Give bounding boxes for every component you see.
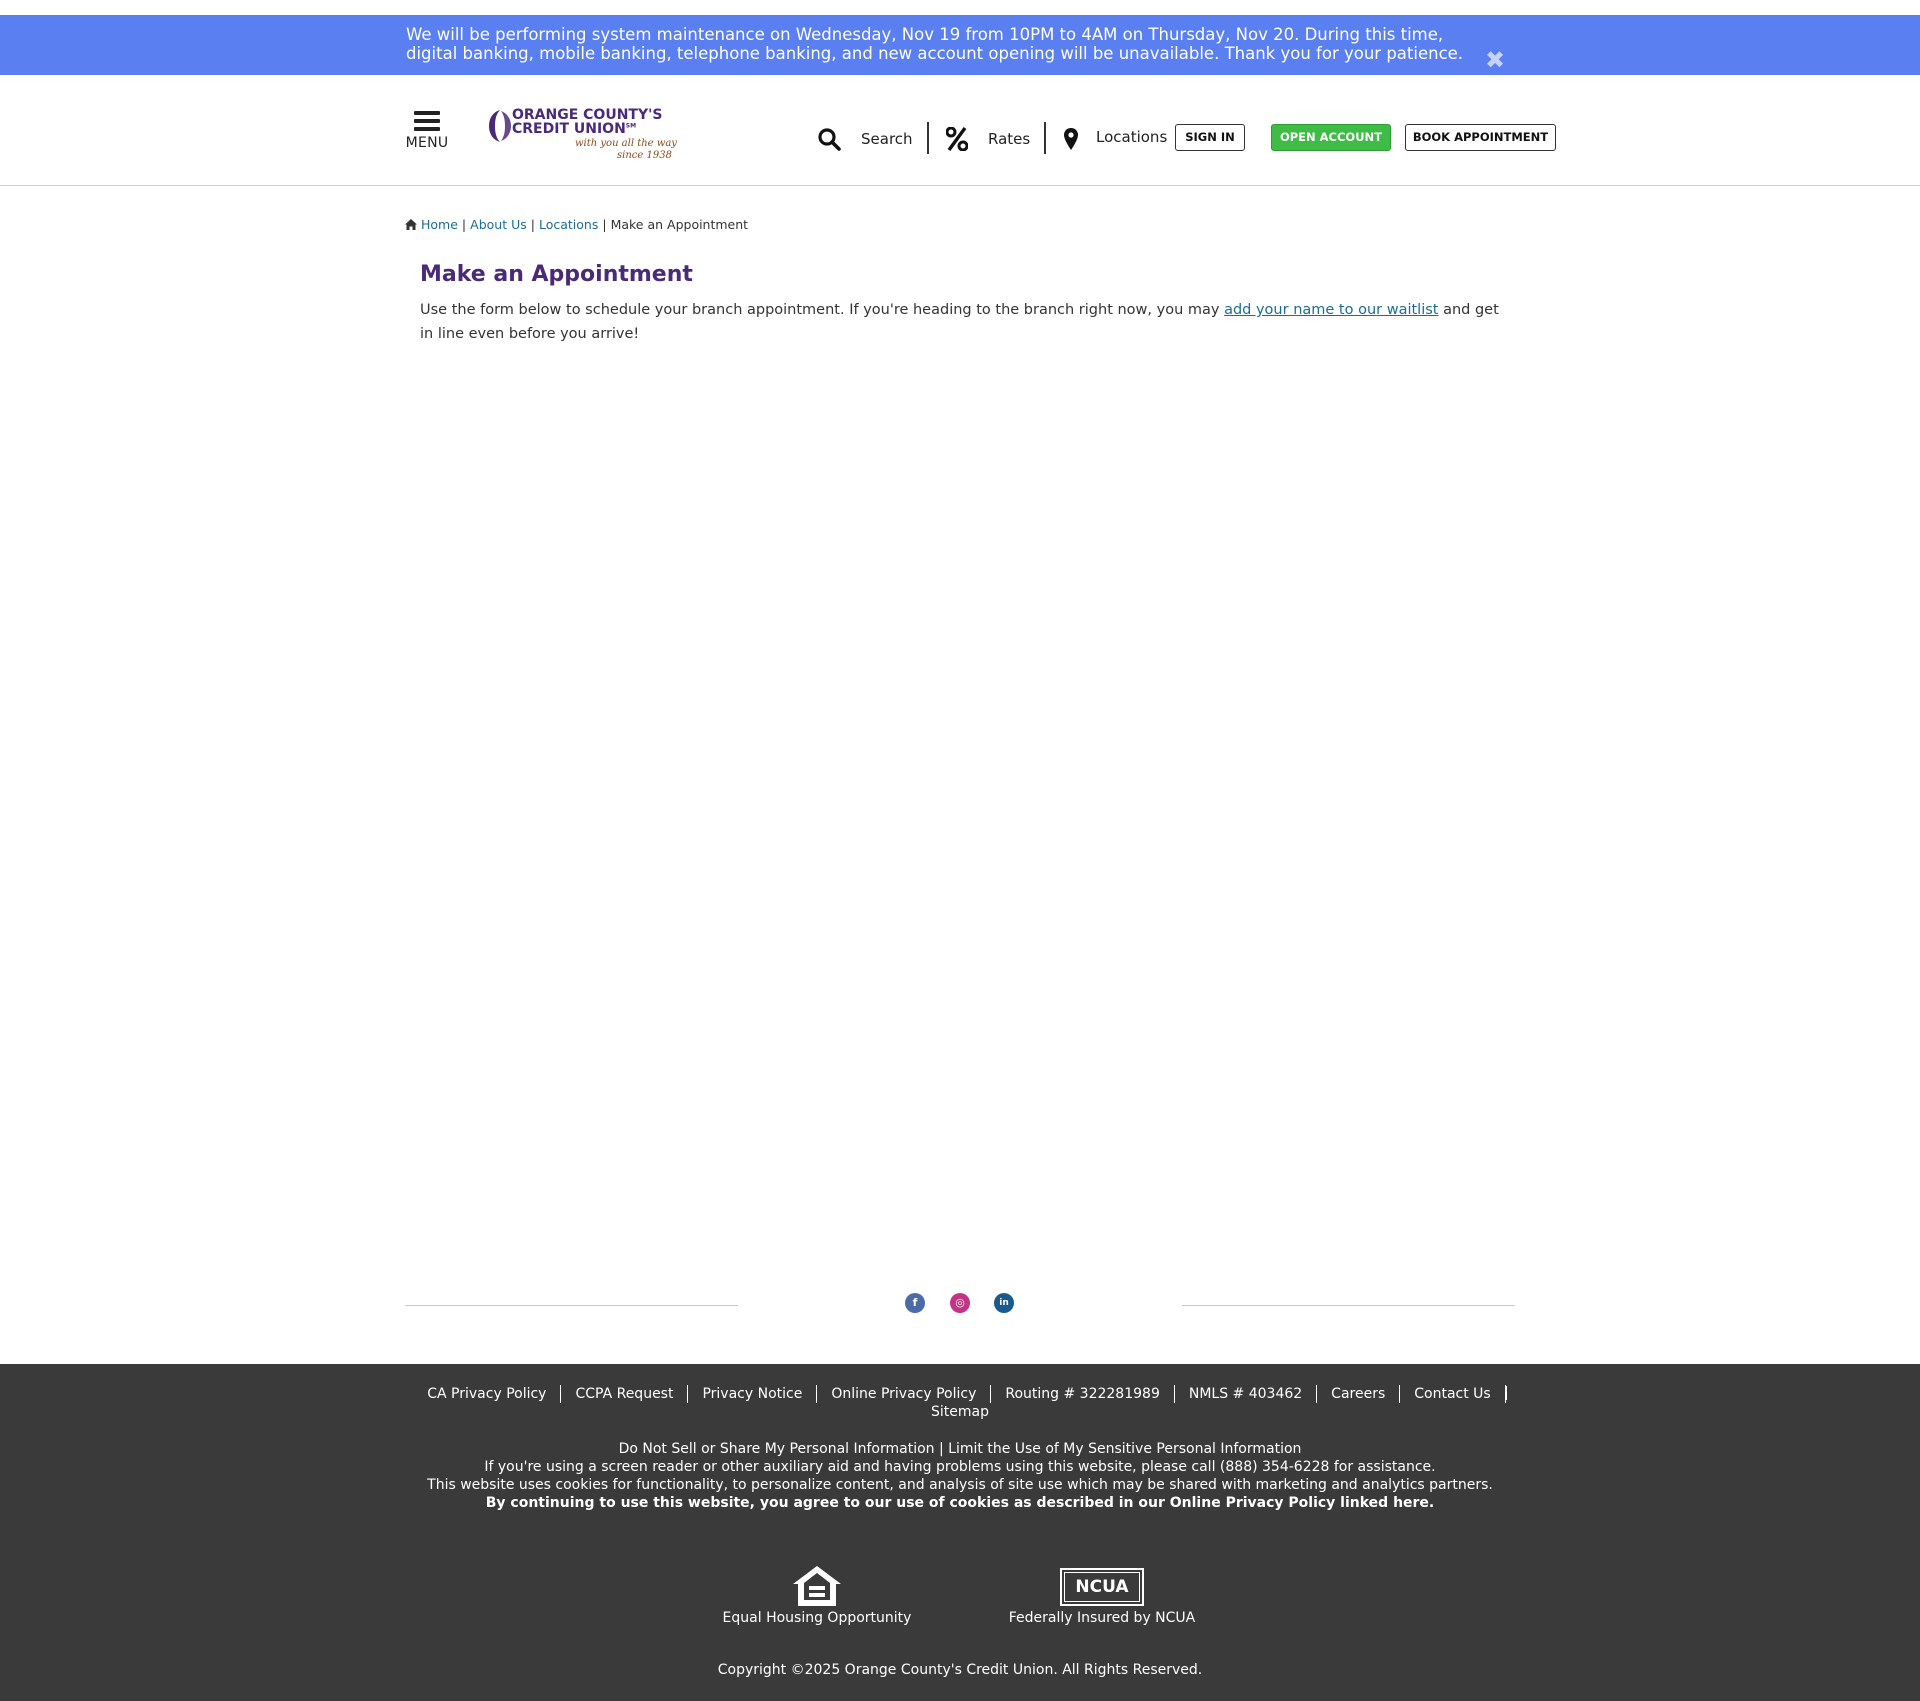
open-account-button[interactable]: OPEN ACCOUNT <box>1271 124 1391 151</box>
social-divider-right <box>1182 1305 1515 1306</box>
breadcrumb-separator: | <box>602 217 607 232</box>
footer-info: Do Not Sell or Share My Personal Informa… <box>405 1440 1515 1512</box>
nav-search[interactable]: Search <box>817 124 913 154</box>
ncua-badge: NCUA Federally Insured by NCUA <box>992 1564 1212 1626</box>
logo-since: since 1938 <box>617 150 672 161</box>
ncua-label: Federally Insured by NCUA <box>1008 1610 1196 1626</box>
nav-divider <box>1044 122 1046 154</box>
ccpa-links: Do Not Sell or Share My Personal Informa… <box>618 1441 1302 1457</box>
intro-text: Use the form below to schedule your bran… <box>420 302 1499 342</box>
breadcrumb-about-us[interactable]: About Us <box>470 217 527 232</box>
top-strip <box>0 0 1920 15</box>
breadcrumb-home[interactable]: Home <box>421 217 458 232</box>
percent-icon <box>946 127 968 151</box>
footer-links: CA Privacy Policy CCPA Request Privacy Not… <box>405 1385 1515 1421</box>
map-pin-icon <box>1064 128 1078 150</box>
copyright: Copyright ©2025 Orange County's Credit U… <box>717 1662 1203 1678</box>
footer-routing: Routing # 322281989 <box>991 1385 1175 1403</box>
do-not-sell-link[interactable]: Do Not Sell or Share My Personal Informa… <box>619 1441 935 1457</box>
logo-orange-icon <box>489 110 511 142</box>
site-header: MENU ORANGE COUNTY'S CREDIT UNIONSM with… <box>0 75 1920 186</box>
breadcrumb-locations[interactable]: Locations <box>539 217 598 232</box>
footer-link-online-privacy[interactable]: Online Privacy Policy <box>817 1385 992 1403</box>
instagram-icon[interactable]: ◎ <box>950 1293 970 1313</box>
equal-housing-label: Equal Housing Opportunity <box>722 1610 912 1626</box>
breadcrumb: Home | About Us | Locations | Make an Ap… <box>405 217 748 232</box>
page-title: Make an Appointment <box>420 262 693 287</box>
footer-link-contact[interactable]: Contact Us <box>1400 1385 1506 1403</box>
logo-tagline: with you all the way <box>575 138 677 149</box>
equal-housing-badge: Equal Housing Opportunity <box>707 1564 927 1626</box>
nav-locations-label: Locations <box>1096 128 1168 146</box>
linkedin-icon[interactable]: in <box>994 1293 1014 1313</box>
facebook-icon[interactable]: f <box>905 1293 925 1313</box>
book-appointment-button[interactable]: BOOK APPOINTMENT <box>1405 124 1556 151</box>
limit-use-link[interactable]: Limit the Use of My Sensitive Personal I… <box>948 1441 1301 1457</box>
nav-rates-label: Rates <box>988 130 1031 148</box>
sign-in-button[interactable]: SIGN IN <box>1175 124 1245 151</box>
breadcrumb-current: Make an Appointment <box>610 217 749 232</box>
footer-link-ccpa[interactable]: CCPA Request <box>561 1385 689 1403</box>
alert-message: We will be performing system maintenance… <box>406 25 1464 63</box>
menu-label: MENU <box>405 135 449 151</box>
site-logo[interactable]: ORANGE COUNTY'S CREDIT UNIONSM with you … <box>487 105 677 167</box>
footer-link-careers[interactable]: Careers <box>1317 1385 1401 1403</box>
footer-link-sitemap[interactable]: Sitemap <box>917 1403 1003 1421</box>
footer-link-privacy-notice[interactable]: Privacy Notice <box>688 1385 818 1403</box>
nav-search-label: Search <box>861 130 913 148</box>
nav-divider <box>927 122 929 154</box>
home-icon <box>405 219 417 230</box>
footer-nmls: NMLS # 403462 <box>1175 1385 1318 1403</box>
hamburger-icon <box>414 111 440 131</box>
footer-link-ca-privacy[interactable]: CA Privacy Policy <box>413 1385 562 1403</box>
social-divider-left <box>405 1305 738 1306</box>
accessibility-notice: If you're using a screen reader or other… <box>484 1459 1436 1475</box>
nav-locations[interactable]: Locations <box>1064 124 1167 154</box>
waitlist-link[interactable]: add your name to our waitlist <box>1224 302 1438 318</box>
logo-line2: CREDIT UNIONSM <box>512 121 637 137</box>
nav-rates[interactable]: Rates <box>946 124 1030 154</box>
breadcrumb-separator: | <box>530 217 535 232</box>
ncua-logo: NCUA <box>1060 1568 1144 1606</box>
menu-button[interactable]: MENU <box>404 111 450 151</box>
cookie-consent-link[interactable]: By continuing to use this website, you a… <box>405 1494 1515 1512</box>
cookie-notice: This website uses cookies for functional… <box>427 1477 1493 1493</box>
breadcrumb-separator: | <box>461 217 467 232</box>
equal-housing-icon <box>793 1566 841 1606</box>
close-icon[interactable]: ✖ <box>1480 45 1510 75</box>
search-icon <box>818 128 841 151</box>
maintenance-alert-banner: We will be performing system maintenance… <box>0 15 1920 75</box>
site-footer: CA Privacy Policy CCPA Request Privacy Not… <box>0 1364 1920 1701</box>
